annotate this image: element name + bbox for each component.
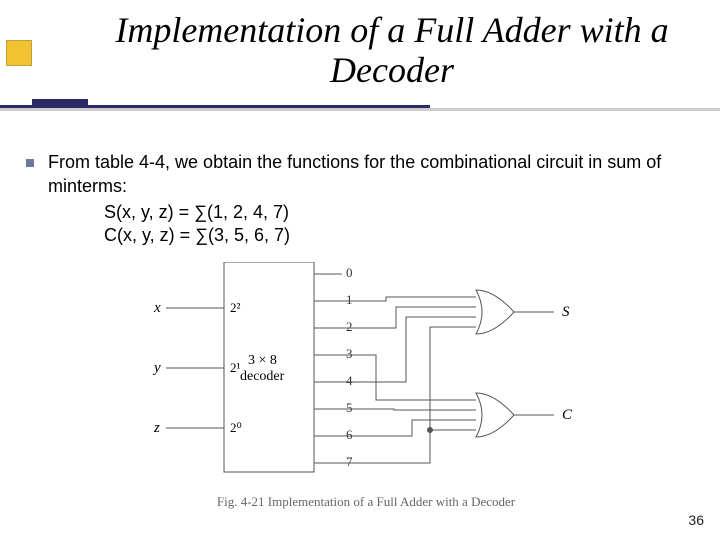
block-label-top: 3 × 8 <box>248 353 277 368</box>
equations: S(x, y, z) = ∑(1, 2, 4, 7) C(x, y, z) = … <box>104 201 700 248</box>
weight-y: 2¹ <box>230 360 241 375</box>
bullet-icon <box>26 159 34 167</box>
page-number: 36 <box>688 512 704 528</box>
bullet-text: From table 4-4, we obtain the functions … <box>48 150 700 199</box>
out-7: 7 <box>346 454 353 469</box>
equation-s: S(x, y, z) = ∑(1, 2, 4, 7) <box>104 201 700 224</box>
page-title: Implementation of a Full Adder with a De… <box>102 10 682 91</box>
input-y-label: y <box>152 360 161 376</box>
output-s: S <box>562 304 570 320</box>
input-z-label: z <box>153 420 160 436</box>
accent-box-icon <box>6 40 32 66</box>
figure: x y z 2² 2¹ 2⁰ 3 × 8 decoder 0 1 <box>136 262 596 510</box>
figure-caption: Fig. 4-21 Implementation of a Full Adder… <box>136 494 596 510</box>
out-1: 1 <box>346 292 353 307</box>
out-2: 2 <box>346 319 353 334</box>
block-label-bottom: decoder <box>240 369 285 384</box>
weight-x: 2² <box>230 300 241 315</box>
equation-c: C(x, y, z) = ∑(3, 5, 6, 7) <box>104 224 700 247</box>
out-6: 6 <box>346 427 353 442</box>
divider-navy <box>0 105 430 108</box>
divider-navy-tab <box>32 99 88 105</box>
divider-gray <box>0 108 720 111</box>
decoder-diagram-icon: x y z 2² 2¹ 2⁰ 3 × 8 decoder 0 1 <box>136 262 596 484</box>
out-3: 3 <box>346 346 353 361</box>
weight-z: 2⁰ <box>230 420 242 435</box>
bullet-item: From table 4-4, we obtain the functions … <box>20 150 700 199</box>
input-x-label: x <box>153 300 161 316</box>
slide: Implementation of a Full Adder with a De… <box>0 0 720 540</box>
output-c: C <box>562 407 573 423</box>
body-text: From table 4-4, we obtain the functions … <box>20 150 700 247</box>
out-4: 4 <box>346 373 353 388</box>
out-5: 5 <box>346 400 353 415</box>
title-decoration <box>0 102 720 124</box>
out-0: 0 <box>346 265 353 280</box>
